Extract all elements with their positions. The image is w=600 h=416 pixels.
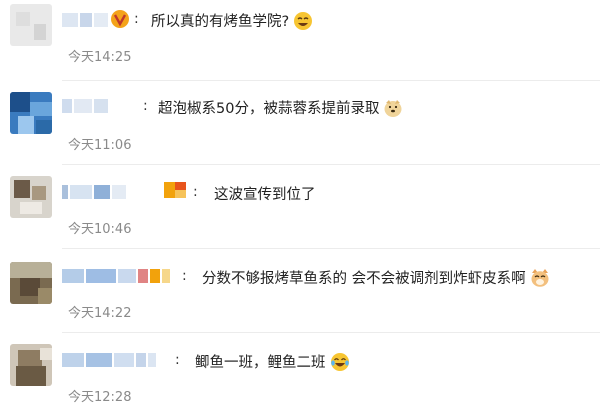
avatar[interactable] (10, 4, 52, 46)
comment-item[interactable]: : 分数不够报烤草鱼系的 会不会被调剂到炸虾皮系啊 今天14:22 (0, 248, 600, 332)
avatar[interactable] (10, 176, 52, 218)
colon: : (143, 98, 148, 114)
avatar[interactable] (10, 92, 52, 134)
laughing-face-icon (294, 11, 313, 30)
colon: : (193, 184, 198, 200)
avatar[interactable] (10, 344, 52, 386)
tears-of-joy-icon (330, 352, 349, 371)
comment-timestamp: 今天14:22 (68, 306, 132, 321)
divider (62, 164, 600, 165)
comment-text: 鲫鱼一班，鲤鱼二班 (195, 351, 350, 372)
comment-timestamp: 今天11:06 (68, 138, 132, 153)
comment-item[interactable]: : 超泡椒系50分，被蒜蓉系提前录取 今天11:06 (0, 80, 600, 164)
cat-face-icon (531, 268, 549, 287)
comment-timestamp: 今天10:46 (68, 222, 132, 237)
comment-text: 这波宣传到位了 (214, 187, 316, 203)
username-redacted[interactable] (62, 352, 158, 368)
comment-item[interactable]: : 这波宣传到位了 今天10:46 (0, 164, 600, 248)
user-badge-icon (164, 182, 186, 202)
comment-timestamp: 今天14:25 (68, 50, 132, 65)
comment-timestamp: 今天12:28 (68, 390, 132, 405)
colon: : (175, 352, 180, 368)
username-redacted[interactable] (62, 12, 110, 28)
username-redacted[interactable] (62, 268, 172, 284)
comment-text: 所以真的有烤鱼学院? (151, 10, 313, 31)
comment-item[interactable]: : 所以真的有烤鱼学院? 今天14:25 (0, 0, 600, 84)
comment-text: 超泡椒系50分，被蒜蓉系提前录取 (158, 97, 403, 118)
divider (62, 248, 600, 249)
colon: : (134, 11, 139, 27)
username-redacted[interactable] (62, 184, 128, 200)
doge-face-icon (384, 99, 402, 117)
username-redacted[interactable] (62, 98, 110, 114)
divider (62, 332, 600, 333)
divider (62, 80, 600, 81)
colon: : (182, 268, 187, 284)
avatar[interactable] (10, 262, 52, 304)
verified-badge-icon (110, 9, 130, 33)
comment-text: 分数不够报烤草鱼系的 会不会被调剂到炸虾皮系啊 (202, 267, 550, 288)
comment-item[interactable]: : 鲫鱼一班，鲤鱼二班 今天12:28 (0, 332, 600, 416)
